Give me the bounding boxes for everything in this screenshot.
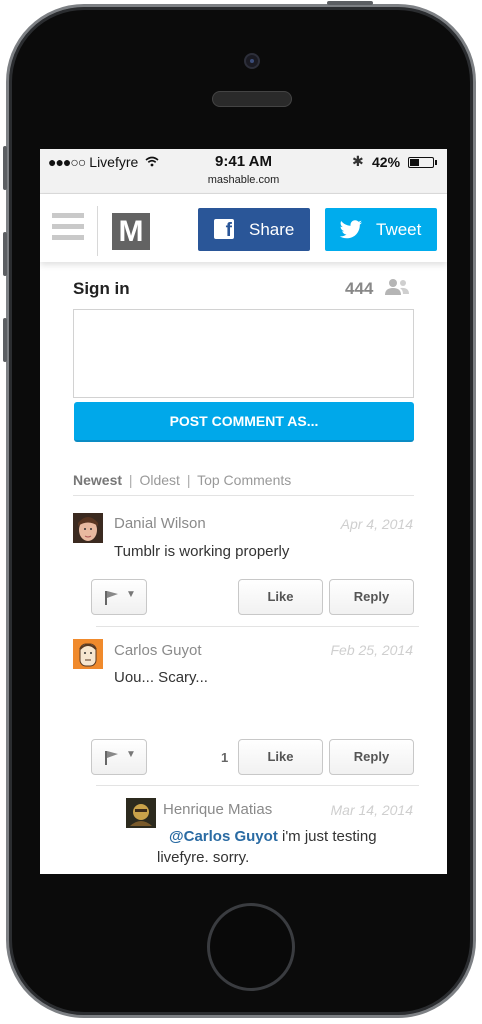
flag-button[interactable]: ▼ <box>91 579 147 615</box>
divider <box>96 626 419 627</box>
divider <box>73 495 414 496</box>
sign-in-link[interactable]: Sign in <box>73 279 130 299</box>
sort-top-comments[interactable]: Top Comments <box>197 472 291 488</box>
sort-newest[interactable]: Newest <box>73 472 122 488</box>
twitter-bird-icon <box>339 220 362 239</box>
status-bar: ●●●○○ Livefyre 9:41 AM mashable.com ✱ 42% <box>40 149 447 194</box>
comment-count: 444 <box>345 279 374 298</box>
flag-button[interactable]: ▼ <box>91 739 147 775</box>
reply-date: Mar 14, 2014 <box>330 802 414 818</box>
sort-separator: | <box>128 472 133 488</box>
comment-author[interactable]: Danial Wilson <box>114 515 206 532</box>
twitter-tweet-button[interactable]: Tweet <box>325 208 437 251</box>
reply-button[interactable]: Reply <box>329 739 414 775</box>
sort-oldest[interactable]: Oldest <box>139 472 179 488</box>
reply-author[interactable]: Henrique Matias <box>163 801 272 818</box>
reply-button[interactable]: Reply <box>329 579 414 615</box>
flag-icon <box>105 591 118 605</box>
facebook-icon: f <box>214 219 234 239</box>
mashable-logo[interactable]: M <box>112 213 150 250</box>
users-icon <box>385 279 409 295</box>
bluetooth-icon: ✱ <box>352 153 364 169</box>
volume-up-button <box>3 232 7 276</box>
home-button[interactable] <box>207 903 295 991</box>
sort-options: Newest | Oldest | Top Comments <box>73 472 291 488</box>
battery-level <box>410 159 419 166</box>
battery-icon <box>408 157 434 168</box>
power-button <box>327 1 373 5</box>
comment-text: Uou... Scary... <box>114 669 208 686</box>
battery-percent: 42% <box>372 154 401 170</box>
avatar[interactable] <box>126 798 156 828</box>
comment-text: Tumblr is working properly <box>114 543 290 560</box>
facebook-share-button[interactable]: f Share <box>198 208 310 251</box>
post-comment-button[interactable]: POST COMMENT AS... <box>74 402 414 442</box>
menu-icon[interactable] <box>52 213 84 245</box>
battery-tip <box>435 160 437 165</box>
volume-down-button <box>3 318 7 362</box>
chevron-down-icon: ▼ <box>126 589 136 600</box>
chevron-down-icon: ▼ <box>126 749 136 760</box>
comment-input[interactable] <box>73 309 414 398</box>
comment-date: Apr 4, 2014 <box>340 516 413 532</box>
sort-separator: | <box>186 472 191 488</box>
mute-switch <box>3 146 7 190</box>
share-label: Share <box>249 220 295 239</box>
page-url[interactable]: mashable.com <box>40 174 447 186</box>
like-button[interactable]: Like <box>238 739 323 775</box>
front-camera <box>244 53 260 69</box>
comment-date: Feb 25, 2014 <box>330 642 413 658</box>
header-divider <box>97 206 98 256</box>
divider <box>96 785 419 786</box>
phone-screen: ●●●○○ Livefyre 9:41 AM mashable.com ✱ 42%… <box>40 149 447 874</box>
like-button[interactable]: Like <box>238 579 323 615</box>
reply-text: @Carlos Guyot i'm just testing livefyre.… <box>157 826 419 868</box>
like-count: 1 <box>221 750 229 765</box>
earpiece-speaker <box>212 91 292 107</box>
tweet-label: Tweet <box>376 220 422 239</box>
mention-link[interactable]: @Carlos Guyot <box>169 828 278 845</box>
site-header: M f Share Tweet <box>40 194 447 262</box>
comment-author[interactable]: Carlos Guyot <box>114 642 202 659</box>
avatar[interactable] <box>73 513 103 543</box>
flag-icon <box>105 751 118 765</box>
avatar[interactable] <box>73 639 103 669</box>
